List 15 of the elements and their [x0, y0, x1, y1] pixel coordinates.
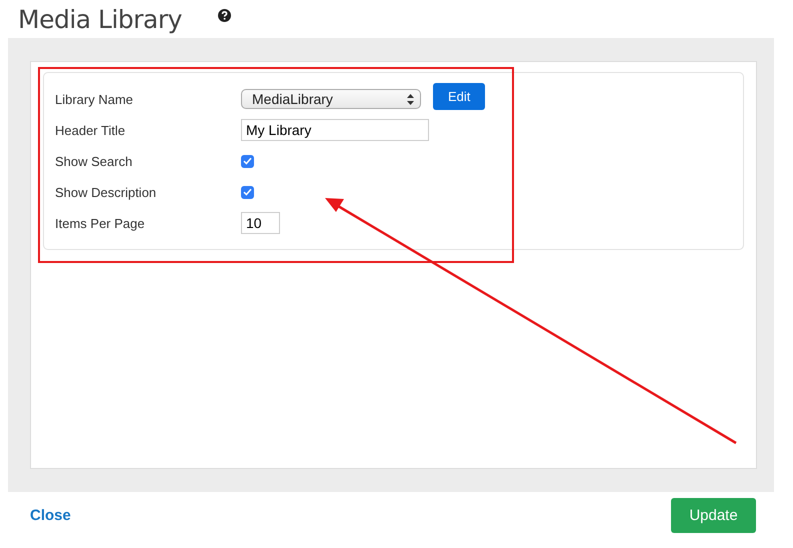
- field-label: Show Description: [55, 184, 158, 200]
- library-select[interactable]: MediaLibrary: [241, 89, 421, 109]
- field-label: Header Title: [55, 122, 126, 138]
- help-icon[interactable]: [218, 8, 231, 22]
- field-label: Library Name: [55, 92, 134, 106]
- checkbox[interactable]: [241, 186, 254, 198]
- field-label: Show Search: [55, 154, 134, 168]
- field-label: Items Per Page: [55, 216, 146, 230]
- updown-caret-icon: [407, 94, 414, 104]
- checkbox[interactable]: [241, 154, 254, 168]
- text-field[interactable]: My Library: [241, 119, 429, 141]
- close-link[interactable]: Close: [30, 507, 71, 524]
- number-field[interactable]: 10: [241, 212, 280, 234]
- page-title: Media Library: [18, 4, 182, 34]
- edit-button[interactable]: Edit: [433, 83, 486, 110]
